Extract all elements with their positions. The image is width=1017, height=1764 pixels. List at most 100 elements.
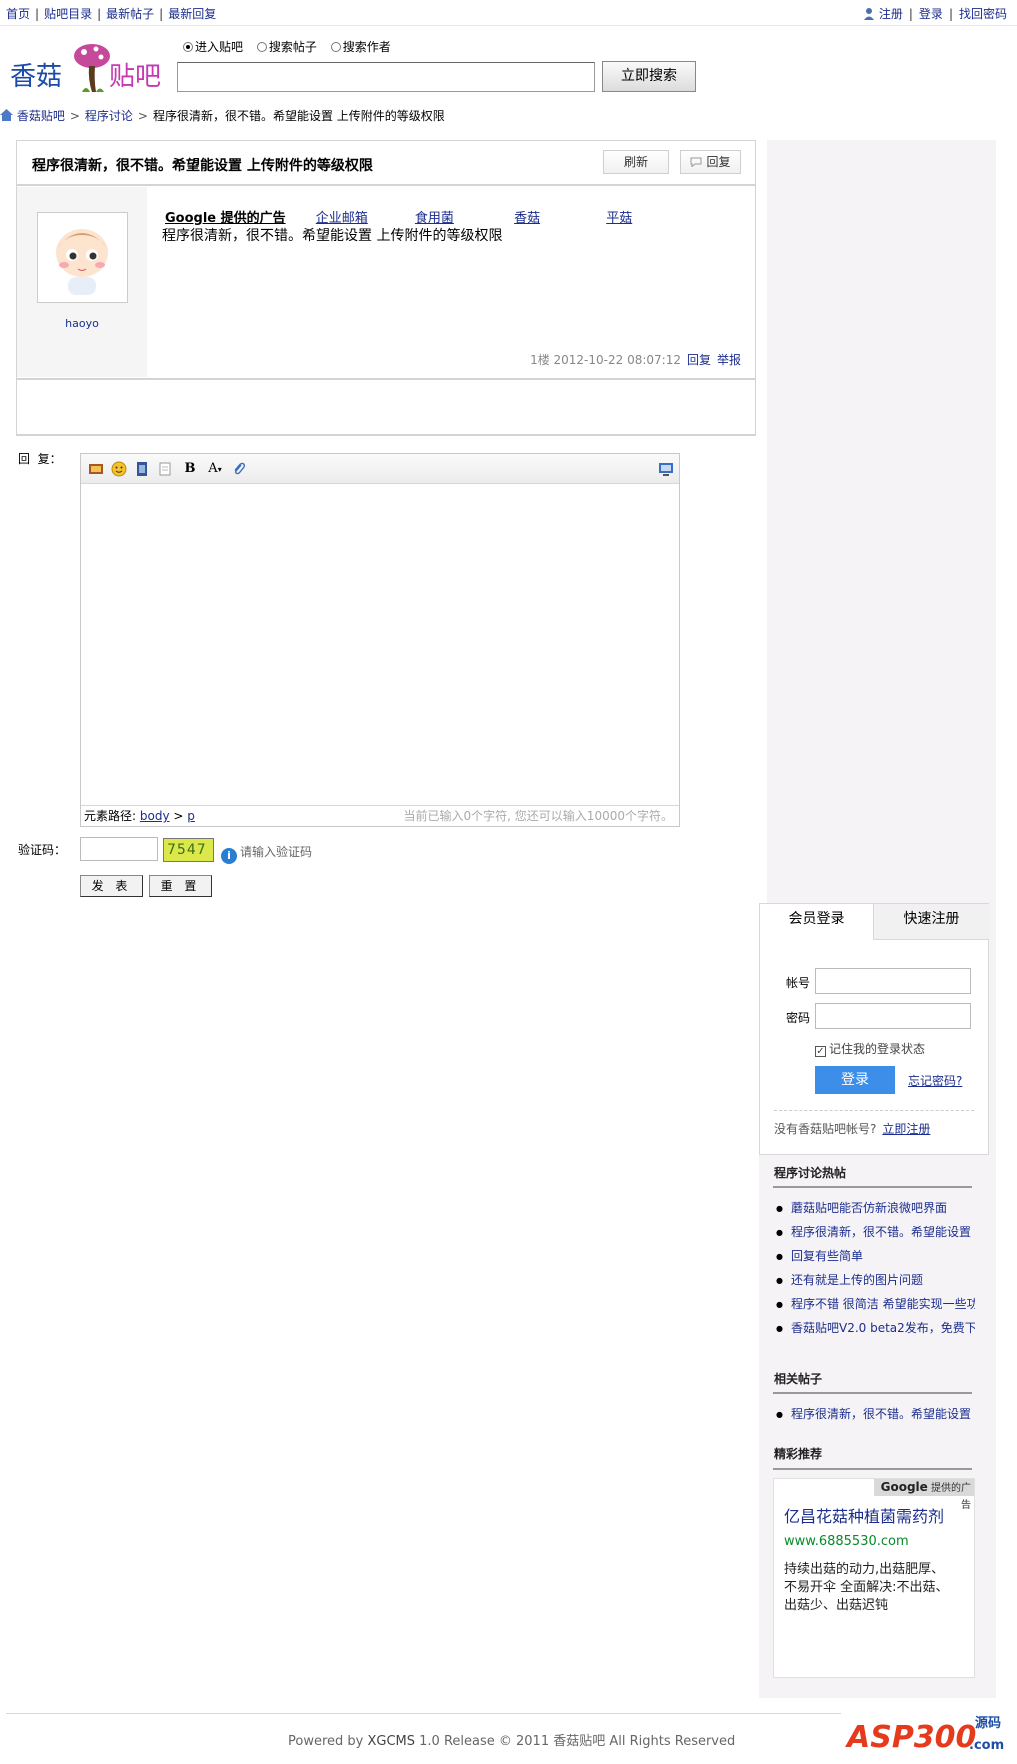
nav-latest-posts[interactable]: 最新帖子 xyxy=(106,7,154,21)
ad-label: Google 提供的广告 xyxy=(165,211,286,226)
logo-text-primary: 香菇 xyxy=(10,62,63,92)
sidebar-background xyxy=(767,140,996,903)
search-button[interactable]: 立即搜索 xyxy=(602,61,696,92)
ad-text: 持续出菇的动力,出菇肥厚、不易开伞 全面解决:不出菇、出菇少、出菇迟钝 xyxy=(784,1562,949,1613)
checkbox-icon[interactable]: ✓ xyxy=(815,1046,826,1057)
list-item[interactable]: 还有就是上传的图片问题 xyxy=(776,1268,975,1292)
list-item[interactable]: 程序很清新，很不错。希望能设置 上传附件的等级权限 xyxy=(776,1402,975,1426)
nav-bar-directory[interactable]: 贴吧目录 xyxy=(44,7,92,21)
submit-button[interactable]: 发 表 xyxy=(80,875,143,897)
password-label: 密码 xyxy=(786,1011,811,1025)
user-links: 注册 | 登录 | 找回密码 xyxy=(863,5,1007,22)
post-title: 程序很清新，很不错。希望能设置 上传附件的等级权限 xyxy=(32,158,373,174)
remember-me[interactable]: ✓ 记住我的登录状态 xyxy=(815,1040,925,1057)
breadcrumb-home[interactable]: 香菇贴吧 xyxy=(17,109,65,123)
post-reply-link[interactable]: 回复 xyxy=(687,353,711,367)
tab-quick-register[interactable]: 快速注册 xyxy=(873,904,989,940)
related-posts-list: 程序很清新，很不错。希望能设置 上传附件的等级权限 xyxy=(776,1402,975,1426)
list-item[interactable]: 程序很清新，很不错。希望能设置 上传附件的等级权限 xyxy=(776,1220,975,1244)
attachment-icon[interactable] xyxy=(231,461,247,477)
comment-icon xyxy=(690,152,702,168)
top-nav: 首页 | 贴吧目录 | 最新帖子 | 最新回复 xyxy=(6,7,217,21)
list-item[interactable]: 回复有些简单 xyxy=(776,1244,975,1268)
site-logo[interactable]: 香菇 贴吧 xyxy=(10,42,170,98)
refresh-button[interactable]: 刷新 xyxy=(603,150,669,174)
hot-posts-list: 蘑菇贴吧能否仿新浪微吧界面 程序很清新，很不错。希望能设置 上传附件的等级权限 … xyxy=(776,1196,975,1340)
reply-button-label: 回复 xyxy=(706,155,731,169)
search-input[interactable] xyxy=(177,62,595,92)
register-link[interactable]: 注册 xyxy=(879,7,903,21)
radio-search-posts[interactable]: 搜索帖子 xyxy=(256,40,317,54)
reset-button[interactable]: 重 置 xyxy=(149,875,212,897)
editor-toolbar: B A▾ xyxy=(81,454,679,484)
radio-enter-bar[interactable]: 进入贴吧 xyxy=(183,40,243,54)
recover-password-link[interactable]: 找回密码 xyxy=(959,7,1007,21)
captcha-image[interactable]: 7547 xyxy=(163,838,214,862)
fullscreen-icon[interactable] xyxy=(658,461,674,477)
emoticon-icon[interactable] xyxy=(111,461,127,477)
google-ad[interactable]: Google 提供的广告 亿昌花菇种植菌需药剂 www.6885530.com … xyxy=(773,1478,975,1678)
editor-status-bar: 元素路径: body > p 当前已输入0个字符, 您还可以输入10000个字符… xyxy=(81,805,679,826)
mushroom-icon xyxy=(72,42,112,97)
ad-url[interactable]: www.6885530.com xyxy=(784,1534,909,1549)
logo-text-secondary: 贴吧 xyxy=(109,62,162,92)
reply-editor-area[interactable] xyxy=(81,485,679,805)
divider xyxy=(774,1110,974,1111)
forgot-password-link[interactable]: 忘记密码? xyxy=(908,1072,962,1089)
ad-link[interactable]: 香菇 xyxy=(514,207,602,226)
ad-links: Google 提供的广告 企业邮箱 食用菌 香菇 平菇 xyxy=(165,207,632,226)
list-item[interactable]: 香菇贴吧V2.0 beta2发布，免费下载 xyxy=(776,1316,975,1340)
watermark-logo: ASP300 源码 .com xyxy=(847,1716,1005,1755)
user-icon xyxy=(863,7,875,20)
list-item[interactable]: 蘑菇贴吧能否仿新浪微吧界面 xyxy=(776,1196,975,1220)
post-header: 程序很清新，很不错。希望能设置 上传附件的等级权限 刷新 回复 xyxy=(17,141,755,186)
nav-latest-replies[interactable]: 最新回复 xyxy=(168,7,216,21)
divider xyxy=(773,1186,972,1188)
ad-link[interactable]: 食用菌 xyxy=(415,207,510,226)
register-now-link[interactable]: 立即注册 xyxy=(882,1122,930,1136)
account-label: 帐号 xyxy=(786,976,811,990)
author-name[interactable]: haoyo xyxy=(17,317,147,330)
footer-divider xyxy=(6,1713,841,1714)
footer-copyright: Powered by XGCMS 1.0 Release © 2011 香菇贴吧… xyxy=(288,1734,736,1749)
nav-home[interactable]: 首页 xyxy=(6,7,30,21)
captcha-tip-text: 请输入验证码 xyxy=(240,845,313,859)
reply-button[interactable]: 回复 xyxy=(680,150,741,174)
radio-search-author[interactable]: 搜索作者 xyxy=(330,40,391,54)
info-icon: i xyxy=(221,848,237,864)
insert-image-icon[interactable] xyxy=(88,461,104,477)
bold-icon[interactable]: B xyxy=(182,461,198,477)
path-p[interactable]: p xyxy=(187,809,195,823)
account-input[interactable] xyxy=(815,968,971,994)
reply-label: 回 复： xyxy=(18,452,62,466)
author-panel: haoyo xyxy=(17,187,147,377)
captcha-label: 验证码： xyxy=(18,843,67,857)
login-link[interactable]: 登录 xyxy=(919,7,943,21)
path-body[interactable]: body xyxy=(140,809,170,823)
divider xyxy=(16,434,756,436)
password-input[interactable] xyxy=(815,1003,971,1029)
font-color-icon[interactable]: A▾ xyxy=(202,461,228,477)
ad-link[interactable]: 企业邮箱 xyxy=(316,207,411,226)
avatar[interactable] xyxy=(37,212,128,303)
ad-provider-label: Google 提供的广告 xyxy=(874,1479,974,1511)
insert-video-icon[interactable] xyxy=(134,461,150,477)
list-item[interactable]: 程序不错 很简洁 希望能实现一些功能 xyxy=(776,1292,975,1316)
tab-member-login[interactable]: 会员登录 xyxy=(760,904,873,940)
ad-link[interactable]: 平菇 xyxy=(606,207,632,226)
divider xyxy=(17,378,755,380)
captcha-tip: i 请输入验证码 xyxy=(221,843,312,864)
breadcrumb-forum[interactable]: 程序讨论 xyxy=(85,109,133,123)
rich-text-editor: B A▾ 元素路径: body > p 当前已输入0个字符, 您还可以输入100… xyxy=(80,453,680,827)
post-report-link[interactable]: 举报 xyxy=(717,353,741,367)
char-count: 当前已输入0个字符, 您还可以输入10000个字符。 xyxy=(403,809,673,823)
ad-title[interactable]: 亿昌花菇种植菌需药剂 xyxy=(784,1503,944,1527)
hot-posts-title: 程序讨论热帖 xyxy=(774,1166,847,1180)
no-account-prompt: 没有香菇贴吧帐号? 立即注册 xyxy=(774,1122,931,1136)
post-meta: 1楼 2012-10-22 08:07:12 回复 举报 xyxy=(530,351,741,368)
post-content: 程序很清新，很不错。希望能设置 上传附件的等级权限 xyxy=(162,228,503,244)
captcha-input[interactable] xyxy=(80,837,158,861)
search-mode-options: 进入贴吧 搜索帖子 搜索作者 xyxy=(183,38,401,55)
login-button[interactable]: 登录 xyxy=(815,1066,895,1094)
insert-file-icon[interactable] xyxy=(157,461,173,477)
